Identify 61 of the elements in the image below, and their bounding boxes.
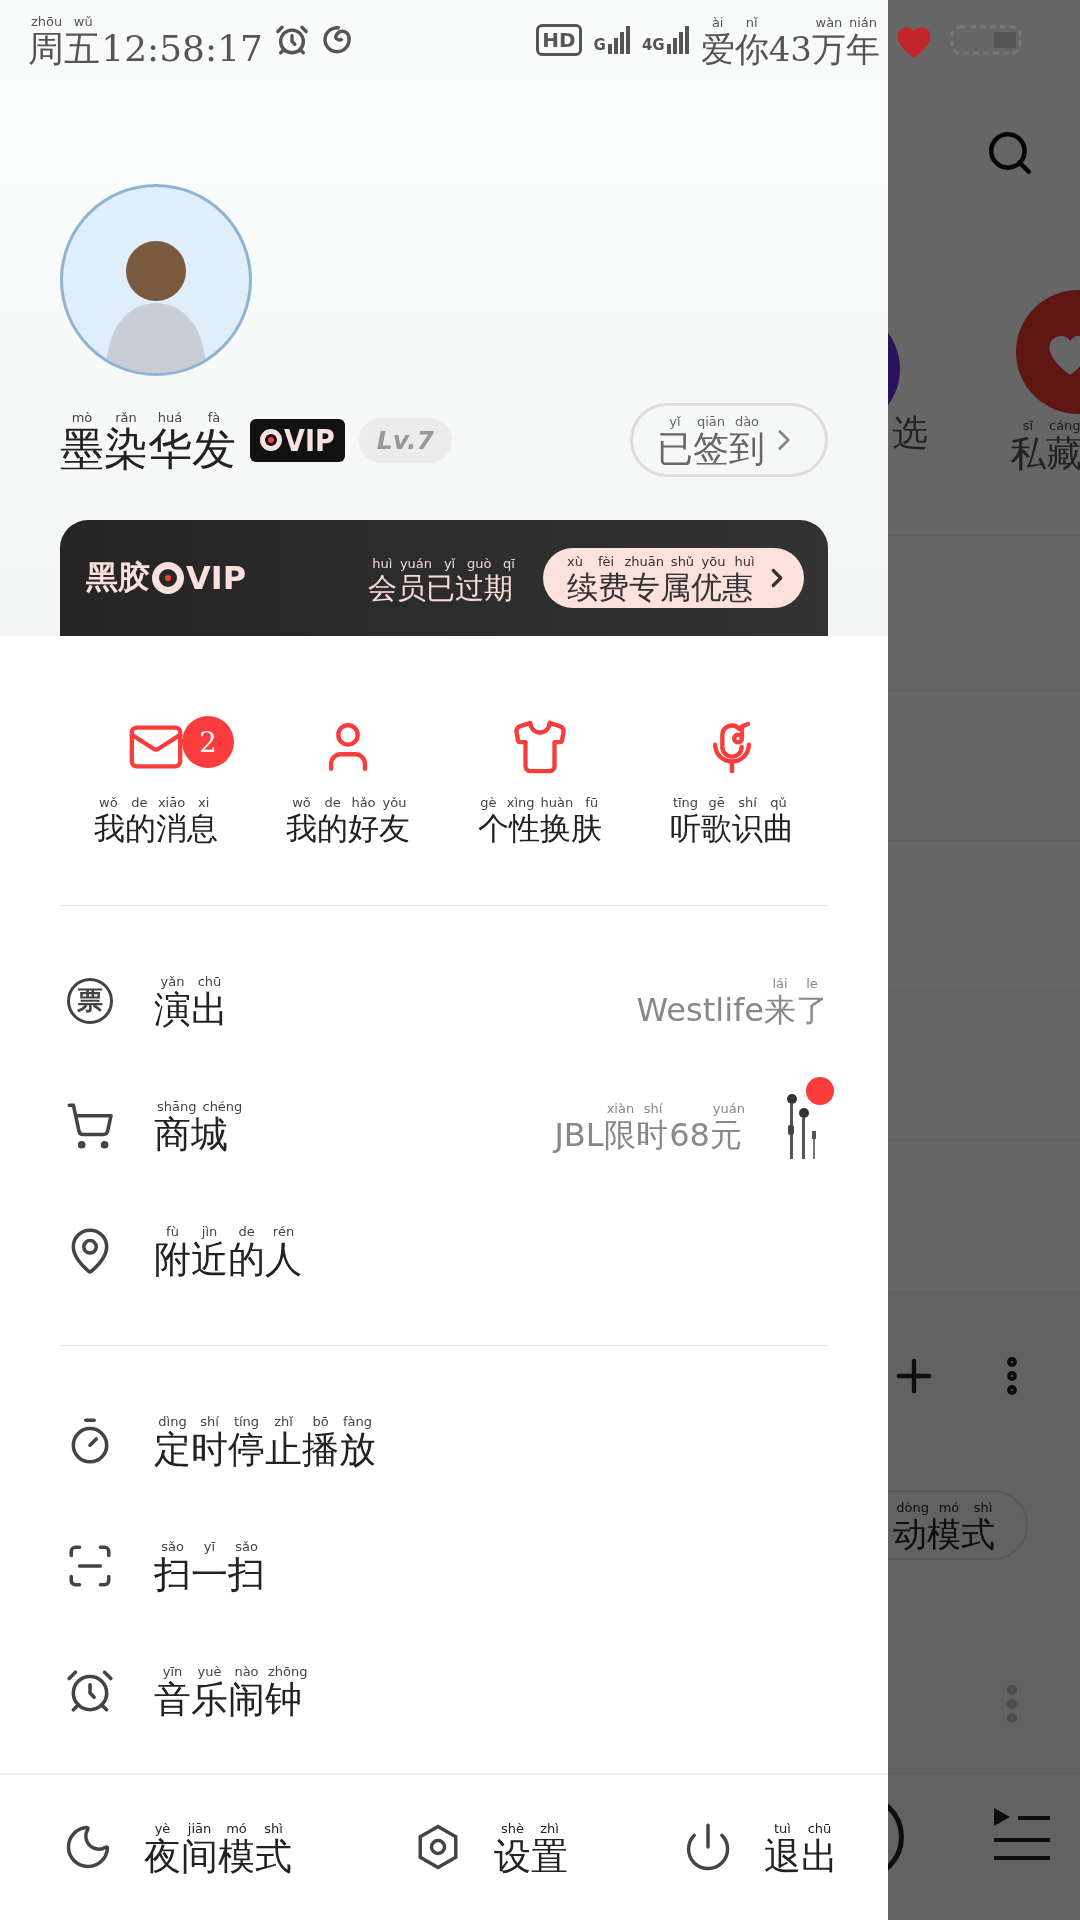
vip-badge: VIP [250,418,345,462]
pinyin-text: zhōu wǔ [30,12,94,31]
pinyin-text: sī cáng [1021,417,1080,435]
vip-card[interactable]: 黑胶 VIP huì yuán yǐ guò qī 会员已过期 xù fèi zhuān shǔ yōu huì 续费专属优惠 [60,520,828,636]
pinyin-text: wǒ de xiāo xi [98,794,211,812]
pinyin-text: mò rǎn huá fà [70,408,222,427]
pinyin-text: xù fèi zhuān shǔ yōu huì [566,553,756,571]
pinyin-text: lái le [771,975,819,993]
shortcut-button[interactable]: 2 wǒ de xiāo xi 我的消息 [60,718,252,868]
checked-in-button[interactable]: yǐ qiān dào 已签到 [630,403,828,477]
level-badge: Lv.7 [358,417,452,463]
status-time: 周五12:58:17 [28,31,263,68]
pinyin-text: dòng mó shì [895,1498,994,1517]
shortcut-button[interactable]: tīng gē shí qǔ 听歌识曲 [636,718,828,868]
shortcut-button[interactable]: gè xìng huàn fū 个性换肤 [444,718,636,868]
bottom-action[interactable]: tuì chū 退出 [682,1819,882,1876]
unread-badge: 2 [182,716,234,768]
user-name: 墨染华发 [60,427,236,472]
hd-indicator: HD [536,24,582,56]
pinyin-text: shè zhì [500,1819,560,1838]
pinyin-text: shāng chéng [157,1097,244,1114]
action-label: 设置 [494,1838,568,1876]
alarm-clock-icon [274,23,309,57]
swirl-icon [320,24,353,56]
pinyin-text: yīn yuè nào zhōng [162,1662,309,1679]
pinyin-text: yǎn chū [160,972,223,989]
vip-logo: 黑胶 VIP [86,557,247,599]
pinyin-text: xiàn shí yuán [605,1100,746,1118]
pinyin-text: ài nǐ wàn nián [710,13,878,32]
pinyin-text: tuì chū [773,1819,833,1838]
shortcut-button[interactable]: wǒ de hǎo yǒu 我的好友 [252,718,444,868]
renew-label: 续费专属优惠 [565,571,754,603]
pinyin-text: yǐ qiān dào [668,412,761,431]
pinyin-text: dìng shí tíng zhǐ bō fàng [158,1412,373,1429]
shirt-icon [511,718,569,776]
ticket-icon: 票 [67,977,113,1024]
membership-status: 会员已过期 [367,573,513,603]
pinyin-text: wǒ de hǎo yǒu [291,794,408,812]
category-label: 私藏 [1010,435,1080,472]
promo-text: JBL限时68元 [554,1118,742,1151]
shortcut-label: 听歌识曲 [669,812,795,844]
pinyin-text: huì yuán yǐ guò qī [371,555,516,573]
pinyin-text: tīng gē shí qǔ [671,794,788,812]
menu-item[interactable]: 附近的人 [154,1241,302,1279]
shortcut-label: 我的好友 [286,812,410,844]
mode-label: 动模式 [893,1517,997,1552]
checkin-label: 已签到 [657,431,765,468]
menu-item[interactable]: 扫一扫 [154,1556,265,1594]
carrier-text: 爱你43万年 [700,32,880,67]
pinyin-text: gè xìng huàn fū [479,794,600,812]
shortcut-label: 个性换肤 [477,812,603,844]
shortcut-label: 我的消息 [93,812,219,844]
bottom-action[interactable]: shè zhì 设置 [412,1819,682,1876]
category-label: 选 [892,415,928,451]
pinyin-text: sǎo yī sǎo [160,1537,259,1556]
promo-text: Westlife来了 [636,993,828,1026]
bottom-action[interactable]: yè jiān mó shì 夜间模式 [62,1819,412,1876]
pinyin-text: fù jìn de rén [165,1222,296,1241]
renew-button[interactable]: xù fèi zhuān shǔ yōu huì 续费专属优惠 [543,548,804,608]
action-label: 退出 [764,1838,838,1876]
pinyin-text: yè jiān mó shì [154,1819,284,1836]
